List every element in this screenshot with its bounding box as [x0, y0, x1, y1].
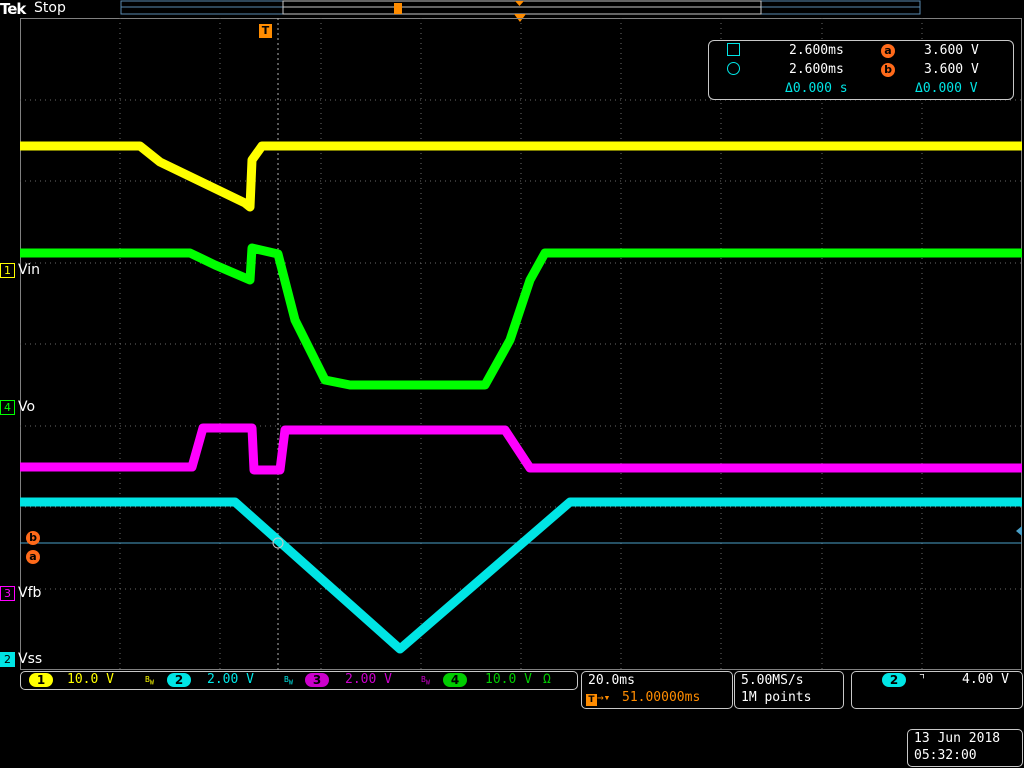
ch3-badge: 3 [0, 586, 15, 601]
ch1-scale: 10.0 V [67, 672, 114, 687]
sample-rate: 5.00MS/s [741, 673, 804, 688]
cursor-delta-time: Δ0.000 s [785, 81, 848, 96]
ch4-badge: 4 [0, 400, 15, 415]
ch2-scale: 2.00 V [207, 672, 254, 687]
cursor-circle-time: 2.600ms [789, 62, 844, 77]
bw-limit-icon: BW [145, 675, 154, 687]
date: 13 Jun 2018 [914, 731, 1001, 746]
circle-cursor-icon [727, 62, 740, 75]
cursor-square-time: 2.600ms [789, 43, 844, 58]
trigger-source-pill: 2 [882, 673, 906, 687]
delay-arrow-icon: →▾ [597, 691, 611, 704]
time: 05:32:00 [914, 748, 977, 763]
ch3-scale: 2.00 V [345, 672, 392, 687]
ch2-pill[interactable]: 2 [167, 673, 191, 687]
channel-settings-bar[interactable]: 1 10.0 V BW 2 2.00 V BW 3 2.00 V BW 4 10… [20, 671, 578, 690]
ch1-pill[interactable]: 1 [29, 673, 53, 687]
ch4-impedance: Ω [543, 672, 551, 687]
label-ch3: 3 Vfb [0, 585, 41, 601]
ref-a-marker[interactable]: a [26, 550, 40, 564]
ch2-badge: 2 [0, 652, 15, 667]
graticule [20, 18, 1022, 670]
cursor-a-icon: a [881, 44, 895, 58]
ch3-pill[interactable]: 3 [305, 673, 329, 687]
cursor-a-value: 3.600 V [924, 43, 979, 58]
datetime-panel: 13 Jun 2018 05:32:00 [907, 729, 1023, 767]
cursor-b-icon: b [881, 63, 895, 77]
trace-ch2 [20, 497, 1022, 654]
bw-limit-icon: BW [421, 675, 430, 687]
ch1-badge: 1 [0, 263, 15, 278]
trigger-level: 4.00 V [962, 672, 1009, 687]
cursor-delta-volt: Δ0.000 V [915, 81, 978, 96]
cursor-readout[interactable]: 2.600ms a 3.600 V 2.600ms b 3.600 V Δ0.0… [708, 40, 1014, 100]
label-ch4: 4 Vo [0, 399, 35, 415]
trigger-delay-icon: T [586, 694, 597, 706]
trigger-position: 51.00000ms [622, 690, 701, 705]
waveform-display[interactable] [20, 18, 1022, 670]
cursor-b-value: 3.600 V [924, 62, 979, 77]
horizontal-scale: 20.0ms [588, 673, 635, 688]
label-ch1: 1 Vin [0, 262, 40, 278]
square-cursor-icon [727, 43, 740, 56]
cursor-right-arrow [1016, 526, 1022, 536]
ref-b-marker[interactable]: b [26, 531, 40, 545]
trigger-panel[interactable]: 2 ⌝ 4.00 V [851, 671, 1023, 709]
record-length: 1M points [741, 690, 812, 705]
falling-edge-icon: ⌝ [918, 672, 926, 687]
label-ch2: 2 Vss [0, 651, 42, 667]
brand-logo: Tek [0, 0, 26, 18]
run-state: Stop [34, 0, 66, 16]
ch4-pill[interactable]: 4 [443, 673, 467, 687]
acquisition-panel[interactable]: 5.00MS/s 1M points [734, 671, 844, 709]
trace-ch1 [20, 141, 1022, 212]
bw-limit-icon: BW [284, 675, 293, 687]
ch4-scale: 10.0 V [485, 672, 532, 687]
timebase-panel[interactable]: 20.0ms T →▾ 51.00000ms [581, 671, 733, 709]
